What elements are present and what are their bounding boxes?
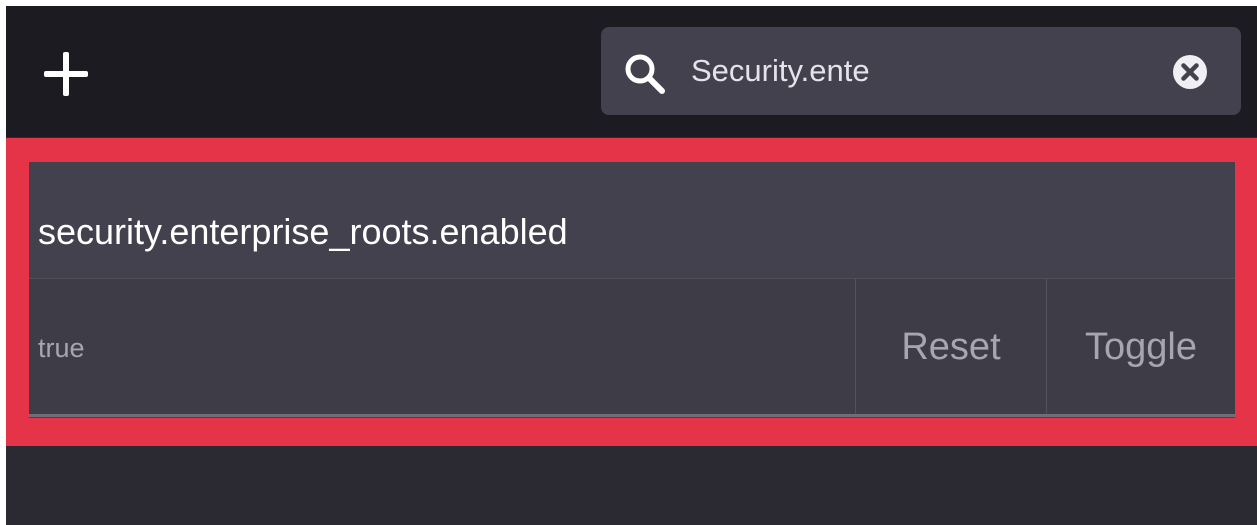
plus-icon <box>44 52 88 96</box>
top-toolbar <box>6 6 1257 137</box>
preference-name: security.enterprise_roots.enabled <box>38 211 568 252</box>
highlight-box: security.enterprise_roots.enabled true R… <box>6 138 1257 446</box>
clear-circle-x-icon <box>1173 55 1207 89</box>
toggle-button[interactable]: Toggle <box>1047 279 1235 415</box>
search-icon <box>625 54 665 94</box>
add-preference-button[interactable] <box>36 44 96 104</box>
preference-value: true <box>38 333 85 363</box>
preference-value-row: true Reset Toggle <box>29 278 1235 415</box>
app-screen: security.enterprise_roots.enabled true R… <box>6 6 1257 525</box>
search-input[interactable] <box>691 47 1151 95</box>
clear-search-button[interactable] <box>1172 54 1208 90</box>
preference-item[interactable]: security.enterprise_roots.enabled true R… <box>29 162 1235 418</box>
divider <box>29 414 1235 417</box>
reset-button[interactable]: Reset <box>856 279 1046 415</box>
search-box[interactable] <box>601 27 1241 115</box>
